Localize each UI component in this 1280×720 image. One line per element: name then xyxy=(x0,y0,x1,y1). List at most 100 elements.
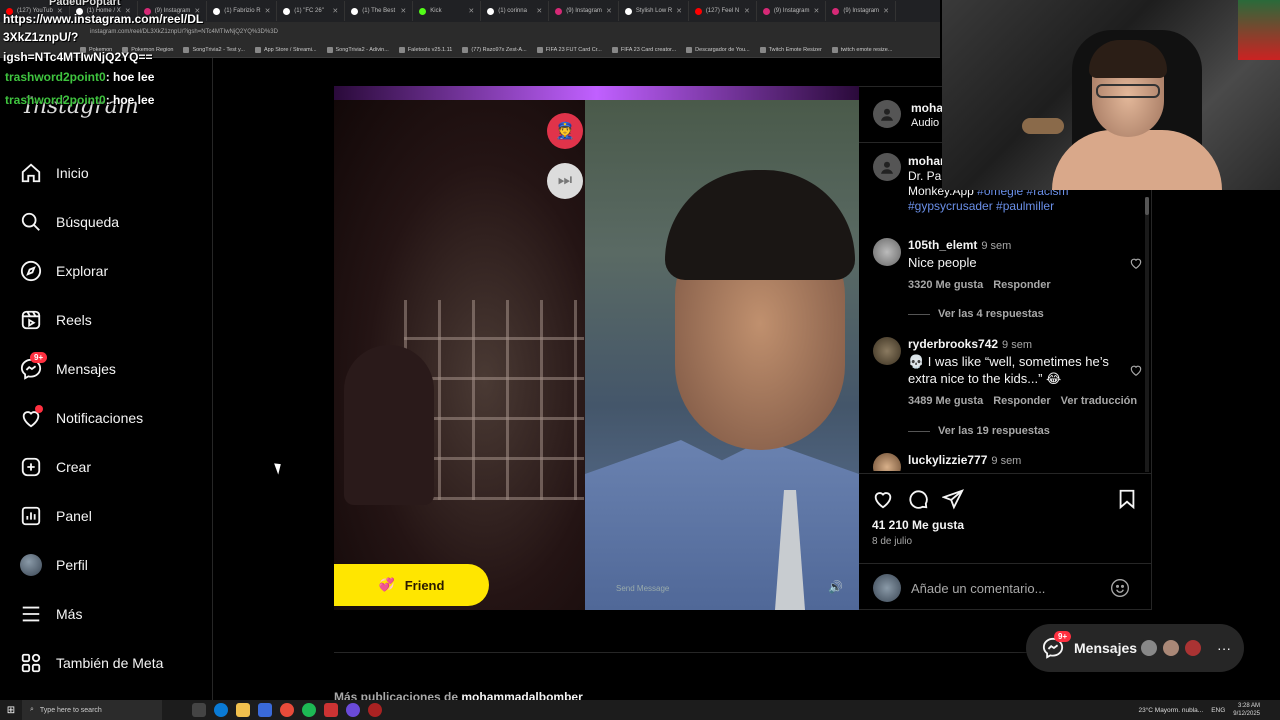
browser-tab[interactable]: (1) The Best ✕ xyxy=(345,1,414,21)
messages-floating-button[interactable]: 9+ Mensajes ··· xyxy=(1026,624,1244,672)
author-username[interactable]: moha xyxy=(911,101,943,115)
weather-text[interactable]: 23°C Mayorm. nubla... xyxy=(1138,707,1203,714)
sidebar-item-home[interactable]: Inicio xyxy=(20,158,89,188)
file-explorer-icon[interactable] xyxy=(236,703,250,717)
sidebar-item-dashboard[interactable]: Panel xyxy=(20,501,92,531)
browser-tab[interactable]: (1) corinna ✕ xyxy=(481,1,550,21)
view-replies-link[interactable]: Ver las 19 respuestas xyxy=(908,425,1050,437)
clock[interactable]: 3:28 AM 9/12/2025 xyxy=(1233,702,1260,718)
heart-icon[interactable] xyxy=(1129,256,1143,270)
edge-icon[interactable] xyxy=(214,703,228,717)
bookmark-item[interactable]: App Store / Streami... xyxy=(254,46,317,53)
sidebar-item-label: Crear xyxy=(56,459,92,475)
volume-icon[interactable]: 🔊 xyxy=(828,580,843,594)
emoji-icon[interactable] xyxy=(1110,578,1130,598)
menu-icon xyxy=(20,603,42,625)
browser-tab[interactable]: (9) Instagram ✕ xyxy=(549,1,619,21)
sidebar-item-label: Explorar xyxy=(56,263,109,279)
app-icon[interactable] xyxy=(324,703,338,717)
close-icon[interactable]: ✕ xyxy=(400,7,406,15)
close-icon[interactable]: ✕ xyxy=(676,7,682,15)
browser-tab[interactable]: (1) Fabrizio R ✕ xyxy=(207,1,278,21)
commenter-username[interactable]: ryderbrooks742 9 sem xyxy=(908,337,1032,351)
dark-figure xyxy=(344,345,434,505)
comment-input[interactable] xyxy=(911,578,1101,598)
sidebar-item-more[interactable]: Más xyxy=(20,599,82,629)
bookmark-item[interactable]: Descargador de You... xyxy=(686,46,750,53)
share-send-icon[interactable] xyxy=(941,488,964,510)
commenter-username[interactable]: luckylizzie777 9 sem xyxy=(908,453,1021,467)
overlay-url-line: igsh=NTc4MTIwNjQ2YQ== xyxy=(3,50,153,64)
audio-label[interactable]: Audio xyxy=(911,117,939,129)
bookmark-favicon-icon xyxy=(254,46,261,53)
reel-video[interactable]: 👮 ⏭ 💞 Friend Send Message 🔊 xyxy=(334,86,859,610)
comment-bubble-icon[interactable] xyxy=(907,488,929,510)
store-icon[interactable] xyxy=(258,703,272,717)
sidebar-item-notifications[interactable]: Notificaciones xyxy=(20,403,143,433)
commenter-avatar[interactable] xyxy=(873,238,901,266)
hashtag-link[interactable]: #gypsycrusader #paulmiller xyxy=(908,199,1143,214)
scrollbar-thumb[interactable] xyxy=(1145,197,1149,215)
bookmark-item[interactable]: (77) Razo97x Zest-A... xyxy=(462,46,527,53)
like-heart-icon[interactable] xyxy=(872,488,894,510)
commenter-avatar[interactable] xyxy=(873,337,901,365)
sidebar-item-reels[interactable]: Reels xyxy=(20,305,92,335)
sidebar-item-create[interactable]: Crear xyxy=(20,452,91,482)
bookmark-item[interactable]: twitch emote resize... xyxy=(831,46,892,53)
close-icon[interactable]: ✕ xyxy=(814,7,820,15)
sidebar-item-messages[interactable]: 9+ Mensajes xyxy=(20,352,116,384)
close-icon[interactable]: ✕ xyxy=(468,7,474,15)
bookmark-item[interactable]: SongTrivia2 - Adivin... xyxy=(326,46,389,53)
heart-icon[interactable] xyxy=(1129,363,1143,377)
sidebar-item-explore[interactable]: Explorar xyxy=(20,256,108,286)
browser-tab[interactable]: Stylish Low R ✕ xyxy=(619,1,689,21)
bookmark-item[interactable]: Faletools v25.1.11 xyxy=(398,46,452,53)
save-bookmark-icon[interactable] xyxy=(1116,488,1138,510)
close-icon[interactable]: ✕ xyxy=(744,7,750,15)
language-indicator[interactable]: ENG xyxy=(1211,707,1225,714)
send-message-placeholder: Send Message xyxy=(616,584,670,593)
caption-avatar[interactable] xyxy=(873,153,901,181)
close-icon[interactable]: ✕ xyxy=(883,7,889,15)
translate-link[interactable]: Ver traducción xyxy=(1061,395,1137,407)
tab-favicon-icon xyxy=(555,7,563,15)
close-icon[interactable]: ✕ xyxy=(265,7,271,15)
chrome-icon[interactable] xyxy=(280,703,294,717)
tab-favicon-icon xyxy=(762,7,770,15)
discord-icon[interactable] xyxy=(346,703,360,717)
reply-link[interactable]: Responder xyxy=(993,395,1050,407)
bookmark-item[interactable]: Twitch Emote Resizer xyxy=(759,46,822,53)
sidebar-item-label: Más xyxy=(56,606,83,622)
task-view-icon[interactable] xyxy=(192,703,206,717)
obs-icon[interactable] xyxy=(368,703,382,717)
view-replies-link[interactable]: Ver las 4 respuestas xyxy=(908,308,1044,320)
bookmark-item[interactable]: FIFA 23 Card creator... xyxy=(611,46,676,53)
add-comment-bar xyxy=(859,563,1152,611)
more-dots-icon: ··· xyxy=(1217,640,1232,656)
browser-tab[interactable]: Kick ✕ xyxy=(413,1,482,21)
author-avatar[interactable] xyxy=(873,100,901,128)
chat-message: trashword2point0: hoe lee xyxy=(5,70,155,84)
windows-start-icon[interactable]: ⊞ xyxy=(0,700,22,720)
reply-link[interactable]: Responder xyxy=(993,279,1050,291)
browser-tab[interactable]: (9) Instagram ✕ xyxy=(757,1,827,21)
browser-tab[interactable]: (9) Instagram ✕ xyxy=(826,1,896,21)
comments-scrollbar[interactable] xyxy=(1145,197,1149,472)
commenter-avatar[interactable] xyxy=(873,453,901,471)
close-icon[interactable]: ✕ xyxy=(332,7,338,15)
sidebar-item-also-from-meta[interactable]: También de Meta xyxy=(20,648,163,678)
spotify-icon[interactable] xyxy=(302,703,316,717)
bookmark-item[interactable]: FIFA 23 FUT Card Cr... xyxy=(536,46,602,53)
compass-icon xyxy=(20,260,42,282)
like-count[interactable]: 41 210 Me gusta xyxy=(872,518,964,532)
close-icon[interactable]: ✕ xyxy=(606,7,612,15)
sidebar-item-search[interactable]: Búsqueda xyxy=(20,207,119,237)
browser-tab[interactable]: (1) "FC 26" ✕ xyxy=(277,1,346,21)
taskbar-search[interactable]: ⌕ Type here to search xyxy=(22,700,162,720)
tab-favicon-icon xyxy=(419,7,427,15)
commenter-username[interactable]: 105th_elemt 9 sem xyxy=(908,238,1011,252)
close-icon[interactable]: ✕ xyxy=(536,7,542,15)
bookmark-item[interactable]: SongTrivia2 - Test y... xyxy=(183,46,245,53)
browser-tab[interactable]: (127) Feel N ✕ xyxy=(689,1,757,21)
sidebar-item-profile[interactable]: Perfil xyxy=(20,550,88,580)
